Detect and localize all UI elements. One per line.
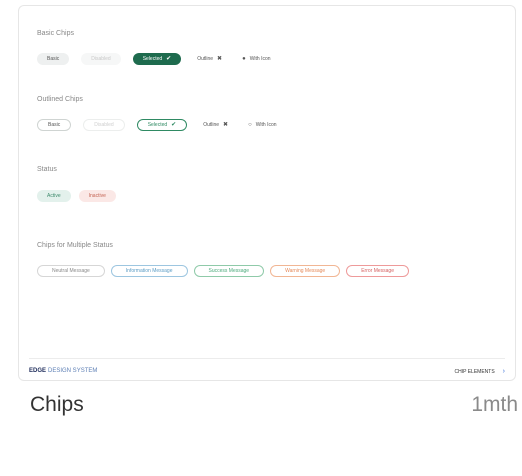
brand-bold: EDGE <box>29 368 47 374</box>
basic-chips-row: Basic Disabled Selected ✔ Outline ✖ ● With … <box>37 53 275 65</box>
status-chip-inactive[interactable]: Inactive <box>78 190 116 202</box>
chip-label: Inactive <box>88 193 106 199</box>
chip-label: With Icon <box>249 56 271 62</box>
brand-logo: EDGE DESIGN SYSTEM <box>29 368 97 374</box>
check-icon: ✔ <box>171 122 177 128</box>
chip-label: Warning Message <box>285 268 326 274</box>
outlined-chip-outline[interactable]: Outline ✖ <box>199 119 232 131</box>
chip-label: Selected <box>147 122 168 128</box>
footer-section-label: CHIP ELEMENTS <box>454 368 495 375</box>
chip-warning-message[interactable]: Warning Message <box>270 265 341 277</box>
outlined-chip-selected[interactable]: Selected ✔ <box>136 119 188 131</box>
brand-light: DESIGN SYSTEM <box>48 368 98 374</box>
basic-chips-title: Basic Chips <box>37 30 74 37</box>
preview-card[interactable]: Basic Chips Basic Disabled Selected ✔ Out… <box>18 5 516 381</box>
chip-disabled: Disabled <box>81 53 121 65</box>
chip-label: Basic <box>48 122 61 128</box>
chip-label: Disabled <box>94 122 114 128</box>
status-chips-row: Active Inactive <box>37 190 116 202</box>
multiple-status-row: Neutral Message Information Message Succ… <box>37 265 409 277</box>
outlined-chips-title: Outlined Chips <box>37 96 83 103</box>
chip-label: Information Message <box>125 268 173 274</box>
chip-with-icon[interactable]: ● With Icon <box>238 53 274 65</box>
footer-divider <box>29 358 505 359</box>
item-title[interactable]: Chips <box>30 393 84 417</box>
chip-basic[interactable]: Basic <box>37 53 70 65</box>
chip-label: Disabled <box>91 56 111 62</box>
outlined-chip-with-icon[interactable]: ○ With Icon <box>244 119 280 131</box>
chip-success-message[interactable]: Success Message <box>193 265 265 277</box>
chevron-right-icon[interactable]: › <box>503 368 505 375</box>
chip-label: Success Message <box>208 268 250 274</box>
user-icon: ● <box>242 56 246 62</box>
chip-error-message[interactable]: Error Message <box>346 265 409 277</box>
chip-neutral-message[interactable]: Neutral Message <box>37 265 105 277</box>
chip-label: Active <box>47 193 61 199</box>
close-circle-icon[interactable]: ✖ <box>217 56 222 62</box>
chip-selected[interactable]: Selected ✔ <box>132 53 182 65</box>
status-title: Status <box>37 166 57 173</box>
close-circle-icon[interactable]: ✖ <box>223 122 228 128</box>
chip-label: Basic <box>47 56 60 62</box>
check-icon: ✔ <box>166 56 172 62</box>
chip-label: Outline <box>197 56 214 62</box>
status-chip-active[interactable]: Active <box>37 190 71 202</box>
chip-label: With Icon <box>255 122 277 128</box>
chip-label: Selected <box>142 56 163 62</box>
chip-label: Neutral Message <box>52 268 90 274</box>
multiple-status-title: Chips for Multiple Status <box>37 242 113 249</box>
outlined-chip-basic[interactable]: Basic <box>37 119 72 131</box>
chip-label: Outline <box>203 122 220 128</box>
item-age: 1mth <box>471 393 518 416</box>
outlined-chips-row: Basic Disabled Selected ✔ Outline ✖ ○ With … <box>37 119 281 131</box>
chip-information-message[interactable]: Information Message <box>110 265 188 277</box>
user-icon: ○ <box>248 122 252 128</box>
chip-label: Error Message <box>361 268 394 274</box>
chip-outline[interactable]: Outline ✖ <box>193 53 226 65</box>
footer-nav[interactable]: CHIP ELEMENTS › <box>454 368 505 375</box>
outlined-chip-disabled: Disabled <box>83 119 125 131</box>
